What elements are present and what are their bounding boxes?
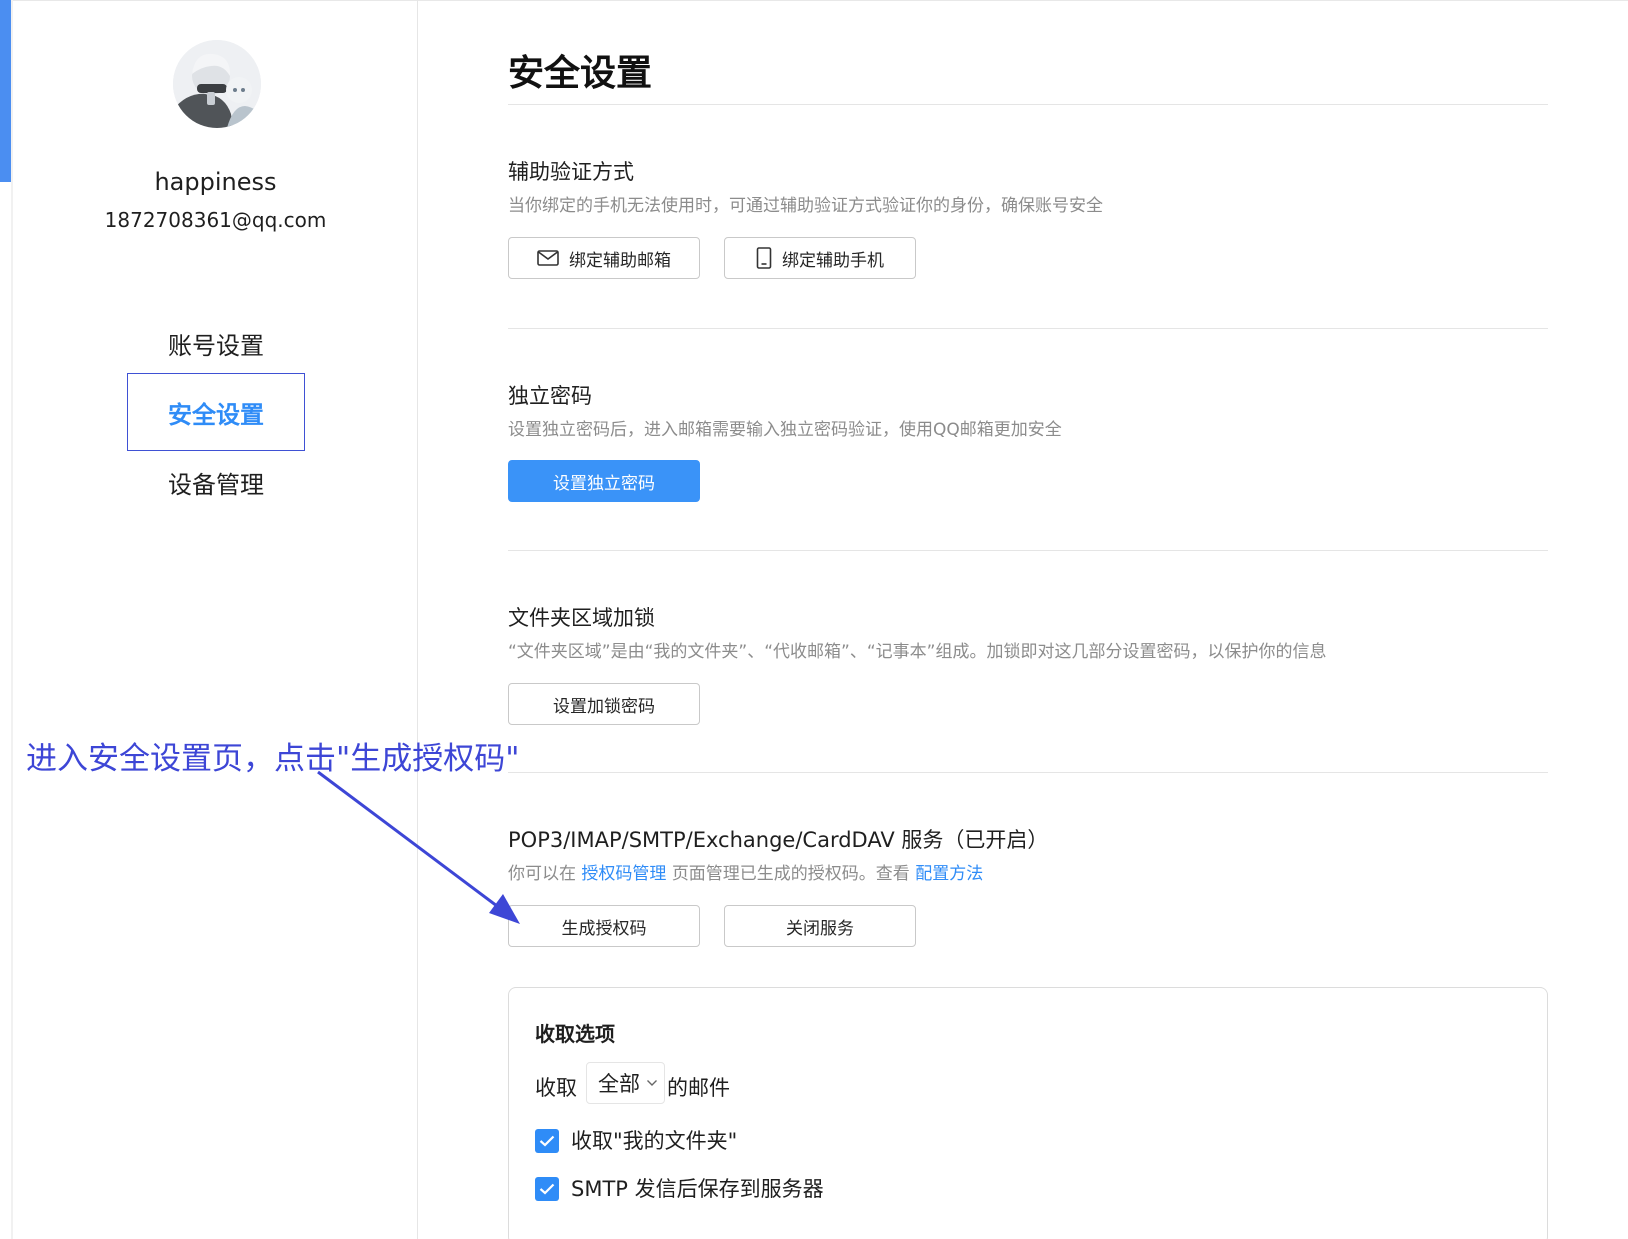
- pop3-service-description: 你可以在 授权码管理 页面管理已生成的授权码。查看 配置方法: [508, 859, 983, 884]
- divider: [508, 328, 1548, 329]
- folder-lock-title: 文件夹区域加锁: [508, 606, 655, 630]
- pop3-service-title: POP3/IMAP/SMTP/Exchange/CardDAV 服务（已开启）: [508, 828, 1049, 852]
- smtp-save-to-server-checkbox[interactable]: [535, 1177, 559, 1201]
- receive-options-panel: 收取选项 收取 全部 的邮件 收取"我的文件夹" SMTP 发信后保存到服务器: [508, 987, 1548, 1239]
- folder-lock-description: “文件夹区域”是由“我的文件夹”、“代收邮箱”、“记事本”组成。加锁即对这几部分…: [508, 642, 1327, 662]
- receive-scope-value: 全部: [598, 1072, 640, 1096]
- config-method-link[interactable]: 配置方法: [915, 864, 983, 884]
- generate-auth-code-button[interactable]: 生成授权码: [508, 905, 700, 947]
- set-standalone-password-button[interactable]: 设置独立密码: [508, 460, 700, 502]
- smtp-save-to-server-label: SMTP 发信后保存到服务器: [571, 1177, 824, 1201]
- checkmark-icon: [539, 1135, 555, 1147]
- sidebar-item-security-settings[interactable]: 安全设置: [127, 373, 305, 451]
- standalone-password-description: 设置独立密码后，进入邮箱需要输入独立密码验证，使用QQ邮箱更加安全: [508, 420, 1062, 440]
- standalone-password-title: 独立密码: [508, 384, 592, 408]
- receive-scope-select[interactable]: 全部: [586, 1062, 665, 1104]
- page-title: 安全设置: [508, 53, 653, 94]
- divider: [508, 772, 1548, 773]
- profile-username: happiness: [154, 168, 277, 196]
- divider: [508, 104, 1548, 105]
- receive-prefix-label: 收取: [535, 1076, 577, 1100]
- sidebar-item-account-settings[interactable]: 账号设置: [127, 304, 305, 382]
- checkmark-icon: [539, 1183, 555, 1195]
- profile-email: 1872708361@qq.com: [104, 208, 327, 232]
- bind-aux-phone-label: 绑定辅助手机: [782, 250, 884, 271]
- receive-my-folders-checkbox[interactable]: [535, 1129, 559, 1153]
- bind-aux-email-label: 绑定辅助邮箱: [569, 250, 671, 271]
- chevron-down-icon: [646, 1079, 658, 1087]
- bind-aux-phone-button[interactable]: 绑定辅助手机: [724, 237, 916, 279]
- divider: [508, 550, 1548, 551]
- aux-verify-description: 当你绑定的手机无法使用时，可通过辅助验证方式验证你的身份，确保账号安全: [508, 196, 1103, 216]
- pop3-desc-prefix: 你可以在: [508, 864, 576, 884]
- pop3-desc-middle: 页面管理已生成的授权码。查看: [671, 864, 910, 884]
- phone-icon: [756, 247, 772, 269]
- set-lock-password-button[interactable]: 设置加锁密码: [508, 683, 700, 725]
- close-service-button[interactable]: 关闭服务: [724, 905, 916, 947]
- aux-verify-title: 辅助验证方式: [508, 160, 634, 184]
- annotation-callout-text: 进入安全设置页，点击"生成授权码": [26, 741, 520, 777]
- bind-aux-email-button[interactable]: 绑定辅助邮箱: [508, 237, 700, 279]
- avatar[interactable]: [173, 40, 261, 128]
- receive-suffix-label: 的邮件: [667, 1076, 730, 1100]
- left-accent-bar: [0, 0, 11, 182]
- sidebar: happiness 1872708361@qq.com 账号设置 安全设置 设备…: [13, 0, 418, 1239]
- receive-my-folders-label: 收取"我的文件夹": [571, 1129, 738, 1153]
- receive-options-title: 收取选项: [535, 1022, 615, 1046]
- sidebar-item-device-management[interactable]: 设备管理: [127, 443, 305, 521]
- auth-code-management-link[interactable]: 授权码管理: [581, 864, 666, 884]
- mail-icon: [537, 250, 559, 266]
